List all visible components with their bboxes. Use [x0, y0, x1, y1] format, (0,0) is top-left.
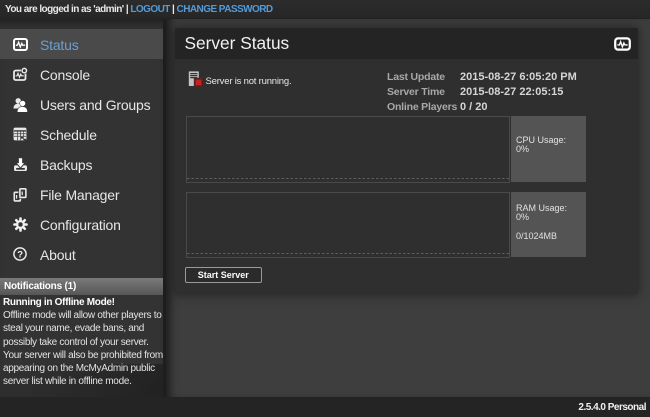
svg-text:?: ?: [17, 249, 23, 260]
